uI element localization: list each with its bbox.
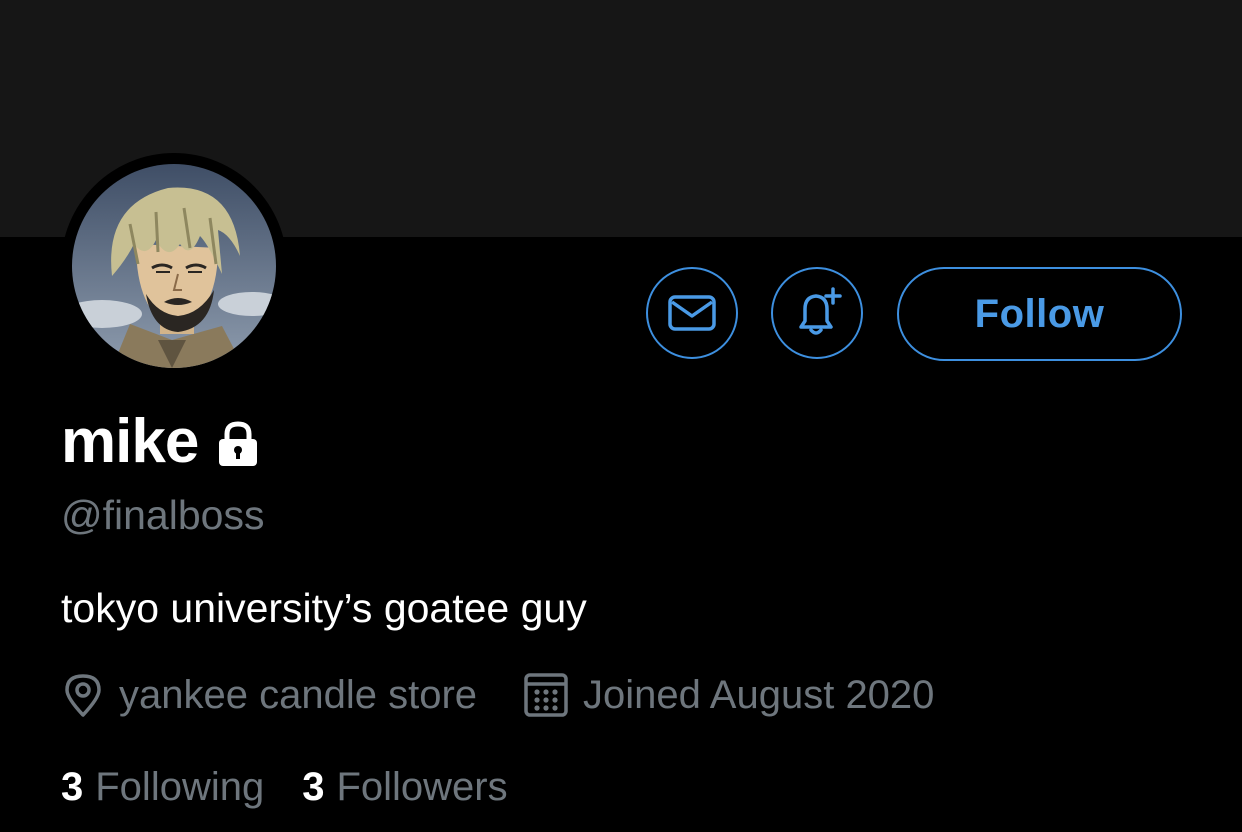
bio: tokyo university’s goatee guy: [61, 585, 587, 631]
calendar-icon: [524, 673, 568, 717]
lock-icon: [219, 421, 258, 466]
avatar[interactable]: [72, 164, 276, 368]
location: yankee candle store: [61, 672, 477, 718]
followers-label: Followers: [336, 764, 508, 809]
envelope-icon: [668, 295, 716, 331]
display-name: mike: [61, 406, 199, 476]
followers-link[interactable]: 3 Followers: [302, 765, 507, 810]
location-text: yankee candle store: [119, 672, 478, 717]
profile-meta: yankee candle store Joined August 2020: [61, 668, 934, 722]
join-date-text: Joined August 2020: [583, 672, 935, 717]
follow-stats: 3 Following 3 Followers: [61, 760, 508, 814]
following-label: Following: [95, 764, 265, 809]
follow-button-label: Follow: [974, 291, 1105, 336]
message-button[interactable]: [646, 267, 738, 359]
location-pin-icon: [65, 674, 101, 717]
following-count: 3: [61, 764, 84, 809]
bell-plus-icon: [799, 287, 842, 335]
following-link[interactable]: 3 Following: [61, 765, 264, 810]
follow-button[interactable]: Follow: [897, 267, 1182, 361]
handle: @finalboss: [61, 492, 265, 538]
notify-button[interactable]: [771, 267, 863, 359]
name-row: mike: [61, 405, 262, 477]
followers-count: 3: [302, 764, 325, 809]
join-date: Joined August 2020: [523, 672, 934, 718]
